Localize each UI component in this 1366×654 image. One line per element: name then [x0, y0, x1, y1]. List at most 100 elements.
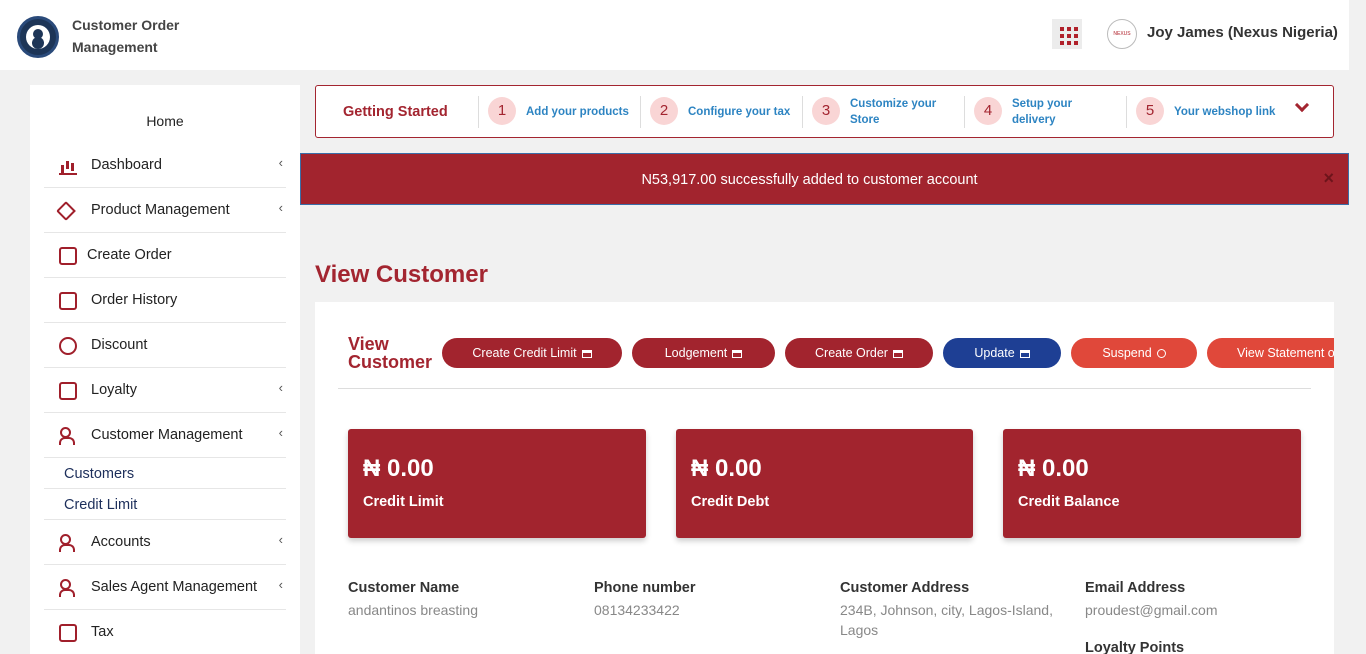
update-button[interactable]: Update [943, 338, 1061, 368]
button-label: Create Credit Limit [472, 346, 577, 360]
sidebar-item-label: Order History [91, 292, 178, 308]
lodgement-button[interactable]: Lodgement [632, 338, 775, 368]
tag-icon [56, 201, 76, 221]
field-value: andantinos breasting [348, 602, 478, 618]
sidebar-item-accounts[interactable]: Accounts ‹ [44, 520, 286, 565]
field-heading: Phone number [594, 580, 696, 596]
field-heading: Customer Address [840, 580, 970, 596]
step-link[interactable]: Configure your tax [688, 104, 790, 120]
user-name[interactable]: Joy James (Nexus Nigeria) [1147, 24, 1338, 41]
sidebar-subitem-label: Credit Limit [64, 497, 138, 513]
getting-started-step-3[interactable]: 3 Customize your Store [802, 96, 964, 128]
sidebar: Home Dashboard ‹ Product Management ‹ Cr… [30, 85, 300, 654]
field-value: 234B, Johnson, city, Lagos-Island, Lagos [840, 602, 1053, 638]
stat-label: Credit Balance [1018, 494, 1120, 510]
sidebar-item-label: Product Management [91, 202, 230, 218]
credit-limit-stat: ₦ 0.00 Credit Limit [348, 429, 646, 538]
sidebar-home-link[interactable]: Home [30, 113, 300, 129]
sidebar-item-label: Accounts [91, 534, 151, 550]
sidebar-item-label: Create Order [87, 247, 172, 263]
edit-icon [1019, 350, 1030, 358]
sidebar-item-label: Loyalty [91, 382, 137, 398]
credit-balance-stat: ₦ 0.00 Credit Balance [1003, 429, 1301, 538]
sidebar-item-discount[interactable]: Discount [44, 323, 286, 368]
sidebar-item-order-history[interactable]: Order History [44, 278, 286, 323]
step-link[interactable]: Setup your delivery [1012, 96, 1092, 128]
app-logo[interactable] [17, 16, 59, 58]
loyalty-points-field: Loyalty Points [1085, 640, 1315, 654]
customer-card: View Customer Create Credit Limit Lodgem… [315, 302, 1334, 654]
field-heading: Customer Name [348, 580, 460, 596]
field-value: 08134233422 [594, 602, 680, 618]
divider [338, 388, 1311, 389]
button-label: View Statement of Ac [1237, 346, 1334, 360]
chevron-left-icon: ‹ [278, 532, 283, 547]
user-check-icon [59, 579, 77, 597]
shopping-bag-icon [59, 247, 77, 265]
sidebar-subitem-credit-limit[interactable]: Credit Limit [44, 489, 286, 520]
step-number: 1 [488, 97, 516, 125]
create-credit-limit-button[interactable]: Create Credit Limit [442, 338, 622, 368]
ban-icon [1156, 349, 1166, 358]
sidebar-item-label: Discount [91, 337, 148, 353]
chevron-down-icon[interactable] [1296, 100, 1308, 112]
step-link[interactable]: Add your products [526, 104, 629, 120]
getting-started-bar: Getting Started 1 Add your products 2 Co… [315, 85, 1334, 138]
sidebar-item-loyalty[interactable]: Loyalty ‹ [44, 368, 286, 413]
page-title: View Customer [315, 261, 488, 288]
cart-icon [892, 350, 903, 358]
email-address-field: Email Address proudest@gmail.com [1085, 580, 1315, 620]
card-title: View Customer [348, 334, 433, 372]
credit-debt-stat: ₦ 0.00 Credit Debt [676, 429, 973, 538]
button-label: Suspend [1102, 346, 1152, 360]
step-number: 2 [650, 97, 678, 125]
success-alert: N53,917.00 successfully added to custome… [300, 153, 1349, 205]
alert-message: N53,917.00 successfully added to custome… [641, 172, 978, 188]
getting-started-step-1[interactable]: 1 Add your products [478, 96, 640, 128]
users-icon [59, 427, 77, 445]
sidebar-item-product-management[interactable]: Product Management ‹ [44, 188, 286, 233]
sidebar-item-label: Dashboard [91, 157, 162, 173]
apps-grid-icon[interactable] [1052, 19, 1082, 49]
sidebar-item-customer-management[interactable]: Customer Management ‹ [44, 413, 286, 458]
avatar[interactable]: NEXUS [1107, 19, 1137, 49]
button-label: Lodgement [664, 346, 728, 360]
button-label: Update [974, 346, 1015, 360]
sidebar-item-label: Customer Management [91, 427, 243, 443]
getting-started-step-2[interactable]: 2 Configure your tax [640, 96, 802, 128]
step-link[interactable]: Customize your Store [850, 96, 950, 128]
app-title: Customer Order Management [72, 17, 180, 55]
phone-number-field: Phone number 08134233422 [594, 580, 824, 620]
suspend-button[interactable]: Suspend [1071, 338, 1197, 368]
customer-name-field: Customer Name andantinos breasting [348, 580, 578, 620]
sidebar-item-sales-agent-management[interactable]: Sales Agent Management ‹ [44, 565, 286, 610]
field-heading: Email Address [1085, 580, 1186, 596]
getting-started-step-4[interactable]: 4 Setup your delivery [964, 96, 1126, 128]
step-link[interactable]: Your webshop link [1174, 104, 1275, 120]
percent-icon [59, 624, 77, 642]
view-statement-button[interactable]: View Statement of Ac [1207, 338, 1334, 368]
sidebar-subitem-customers[interactable]: Customers [44, 458, 286, 489]
sidebar-item-tax[interactable]: Tax [44, 610, 286, 654]
bank-icon [732, 350, 743, 358]
cart-icon [581, 350, 592, 358]
stat-value: ₦ 0.00 [1018, 455, 1089, 482]
field-heading: Loyalty Points [1085, 640, 1185, 654]
sidebar-item-create-order[interactable]: Create Order [44, 233, 286, 278]
chevron-left-icon: ‹ [278, 200, 283, 215]
stat-value: ₦ 0.00 [363, 455, 434, 482]
getting-started-step-5[interactable]: 5 Your webshop link [1126, 96, 1288, 128]
create-order-button[interactable]: Create Order [785, 338, 933, 368]
chevron-left-icon: ‹ [278, 577, 283, 592]
button-label: Create Order [815, 346, 888, 360]
discount-badge-icon [59, 337, 77, 355]
getting-started-title: Getting Started [343, 104, 448, 120]
sidebar-nav: Dashboard ‹ Product Management ‹ Create … [44, 143, 286, 654]
chevron-left-icon: ‹ [278, 380, 283, 395]
sidebar-item-label: Sales Agent Management [91, 579, 258, 595]
sidebar-item-dashboard[interactable]: Dashboard ‹ [44, 143, 286, 188]
close-icon[interactable]: × [1323, 168, 1334, 189]
field-value: proudest@gmail.com [1085, 602, 1218, 618]
gift-icon [59, 382, 77, 400]
stat-label: Credit Debt [691, 494, 770, 510]
